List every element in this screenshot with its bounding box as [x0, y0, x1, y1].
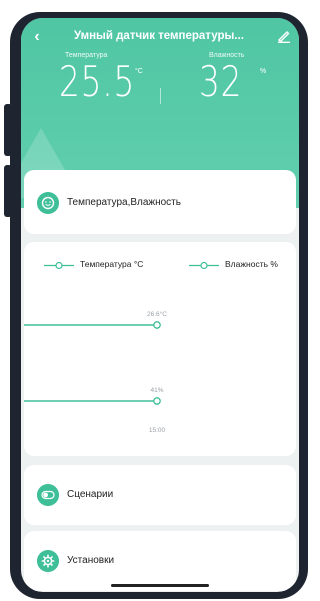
phone-side-button [4, 104, 12, 156]
humidity-value: 32 [199, 57, 243, 106]
temperature-value: 25.5 [59, 57, 136, 106]
gear-icon [37, 550, 59, 572]
settings-label: Установки [67, 555, 115, 566]
temperature-unit: °C [135, 68, 143, 75]
settings-card[interactable]: Установки [24, 531, 296, 591]
toggle-icon [37, 484, 59, 506]
app-screen: ‹ Умный датчик температуры... Температур… [21, 18, 299, 592]
temperature-point [153, 321, 161, 329]
home-indicator[interactable] [111, 584, 209, 587]
history-chart-card: Температура °C Влажность % 26.6°C 41% 15… [24, 242, 296, 456]
page-title: Умный датчик температуры... [74, 30, 244, 42]
chevron-left-icon[interactable]: ‹ [29, 28, 45, 46]
line-chart: 26.6°C 41% 15:00 [24, 310, 167, 434]
humidity-point [153, 397, 161, 405]
top-bar: ‹ Умный датчик температуры... [21, 26, 299, 50]
phone-side-button [4, 165, 12, 217]
humidity-unit: % [260, 68, 267, 75]
pencil-icon[interactable] [277, 29, 291, 43]
temperature-reading: Температура 25.5 °C [59, 52, 157, 103]
scenarios-label: Сценарии [67, 489, 114, 500]
reading-divider [160, 88, 161, 104]
scenarios-card[interactable]: Сценарии [24, 465, 296, 525]
x-tick-label: 15:00 [149, 427, 166, 434]
humidity-point-label: 41% [150, 387, 163, 394]
temp-humidity-label: Температура,Влажность [67, 197, 181, 208]
temperature-point-label: 26.6°C [147, 310, 167, 318]
smiley-face-icon [37, 192, 59, 214]
humidity-reading: Влажность 32 % [199, 52, 266, 106]
temp-humidity-card[interactable]: Температура,Влажность [24, 170, 296, 234]
